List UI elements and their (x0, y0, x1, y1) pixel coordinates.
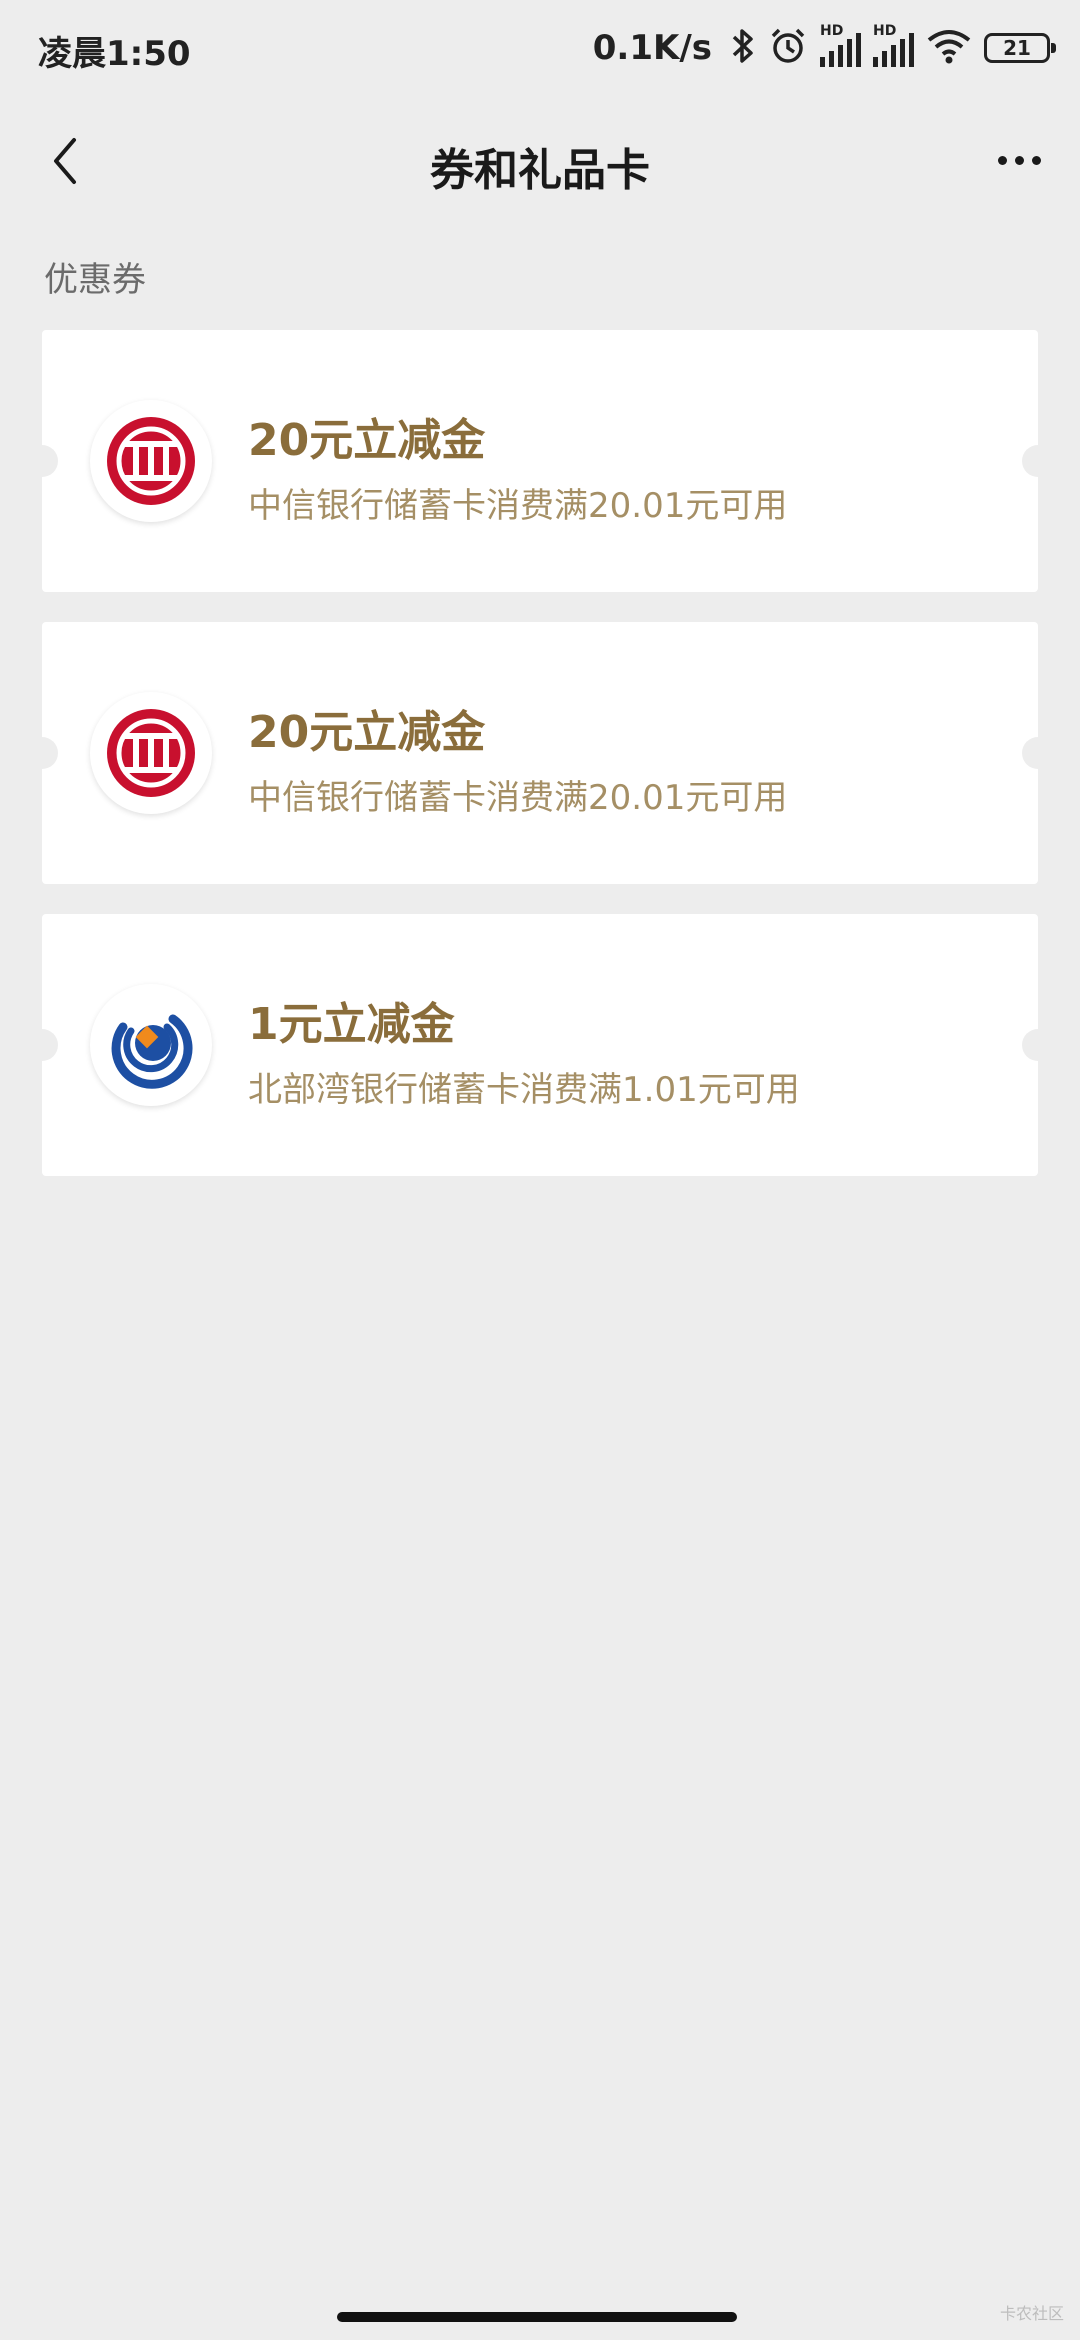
alarm-icon (768, 26, 808, 70)
battery-indicator: 21 (984, 33, 1056, 63)
more-button[interactable] (984, 130, 1054, 190)
nav-bar: 券和礼品卡 (0, 96, 1080, 228)
coupon-list: 20元立减金 中信银行储蓄卡消费满20.01元可用 20元立减金 中信银行储蓄卡… (26, 330, 1054, 1206)
beibuwan-bank-logo-icon (90, 984, 212, 1106)
status-bar: 凌晨1:50 0.1K/s HD HD 21 (0, 0, 1080, 96)
coupon-description: 中信银行储蓄卡消费满20.01元可用 (248, 486, 788, 526)
coupon-card[interactable]: 20元立减金 中信银行储蓄卡消费满20.01元可用 (26, 622, 1054, 884)
card-notch-left (26, 1029, 58, 1061)
hd-label: HD (820, 23, 844, 39)
more-dot (1014, 155, 1024, 165)
coupon-card[interactable]: 1元立减金 北部湾银行储蓄卡消费满1.01元可用 (26, 914, 1054, 1176)
coupon-card[interactable]: 20元立减金 中信银行储蓄卡消费满20.01元可用 (26, 330, 1054, 592)
cellular-signal-icon: HD (820, 23, 861, 67)
page-title: 券和礼品卡 (430, 145, 650, 196)
status-icons: 0.1K/s HD HD 21 (592, 22, 1056, 74)
coupon-amount: 1元立减金 (248, 999, 455, 1050)
section-title: 优惠券 (44, 260, 146, 300)
citic-bank-logo-icon (90, 400, 212, 522)
coupon-description: 北部湾银行储蓄卡消费满1.01元可用 (248, 1070, 800, 1110)
home-indicator[interactable] (337, 2312, 737, 2322)
hd-label-2: HD (873, 23, 897, 39)
cellular-signal-2-icon: HD (873, 23, 914, 67)
wifi-icon (926, 28, 972, 68)
citic-bank-logo-icon (90, 692, 212, 814)
card-notch-left (26, 737, 58, 769)
bluetooth-icon (730, 26, 756, 70)
coupon-amount: 20元立减金 (248, 707, 486, 758)
more-dot (1031, 155, 1041, 165)
card-notch-right (1022, 737, 1054, 769)
coupon-amount: 20元立减金 (248, 415, 486, 466)
watermark: 卡农社区 (999, 2304, 1064, 2323)
card-notch-right (1022, 445, 1054, 477)
card-notch-right (1022, 1029, 1054, 1061)
status-time: 凌晨1:50 (38, 34, 191, 74)
coupon-description: 中信银行储蓄卡消费满20.01元可用 (248, 778, 788, 818)
card-notch-left (26, 445, 58, 477)
network-speed: 0.1K/s (592, 28, 712, 68)
more-dots-icon (997, 155, 1007, 165)
